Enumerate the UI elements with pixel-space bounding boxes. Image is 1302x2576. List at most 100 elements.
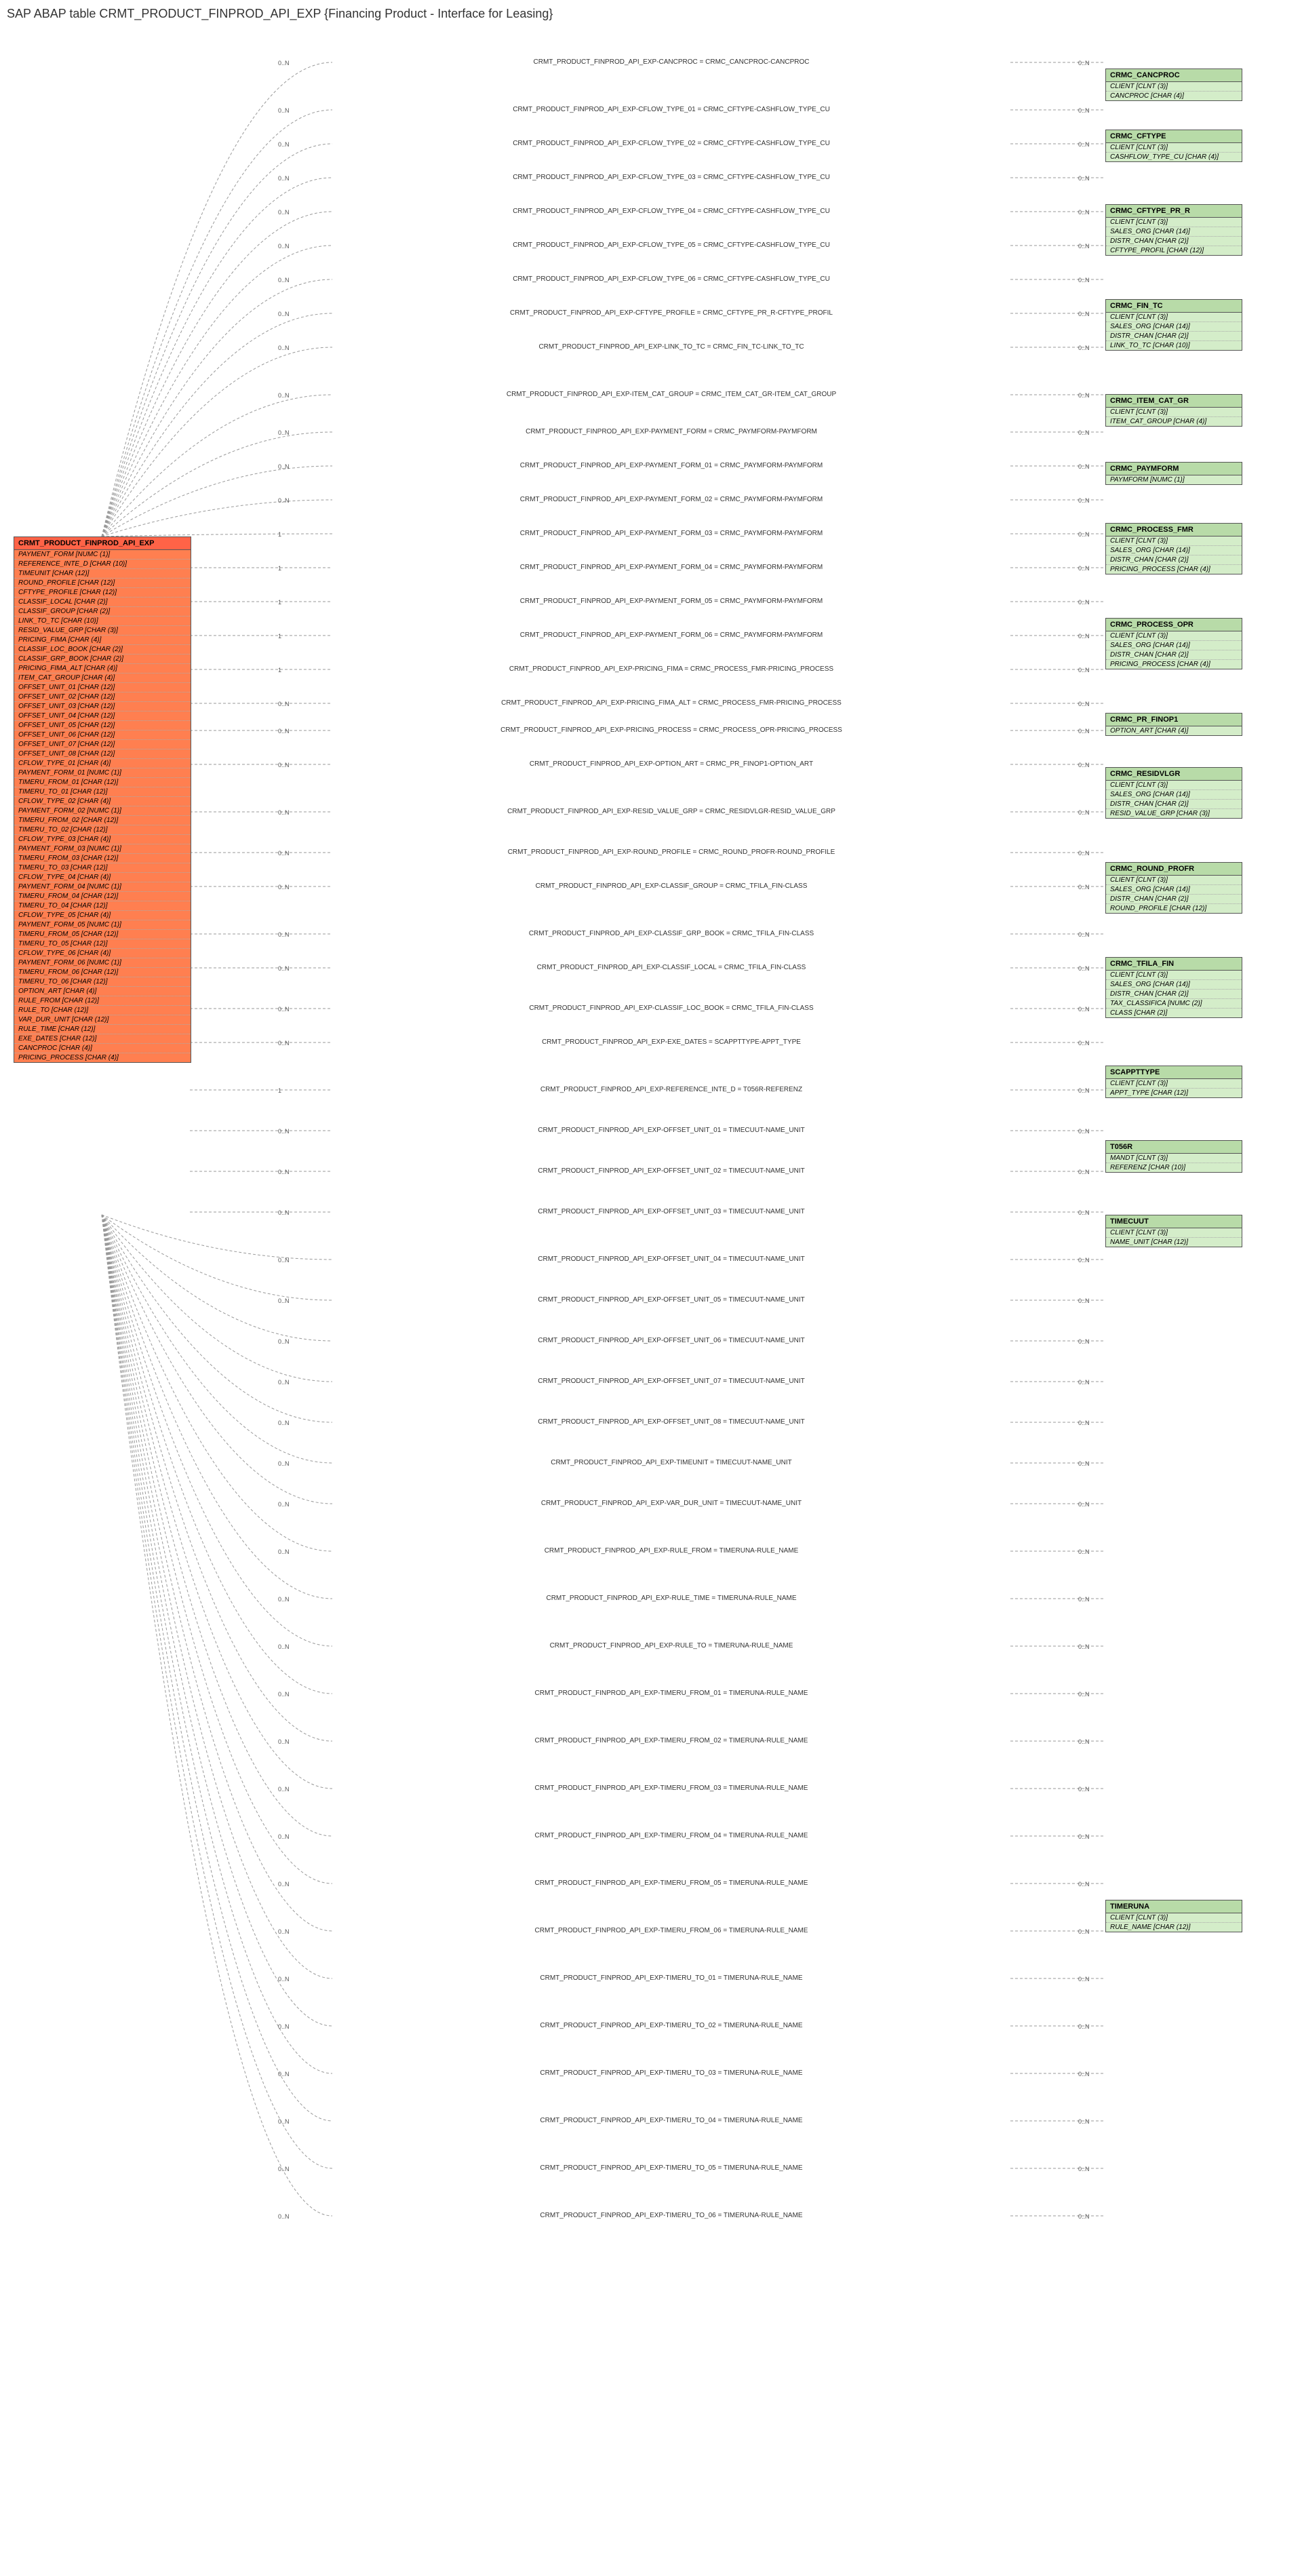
entity-field: CFLOW_TYPE_05 [CHAR (4)] <box>14 911 191 920</box>
cardinality-right: 0..N <box>1078 1881 1090 1888</box>
relation-label: CRMT_PRODUCT_FINPROD_API_EXP-TIMERU_TO_0… <box>332 2117 1010 2124</box>
entity-timecuut: TIMECUUTCLIENT [CLNT (3)]NAME_UNIT [CHAR… <box>1105 1215 1242 1247</box>
cardinality-right: 0..N <box>1078 1379 1090 1386</box>
relation-label: CRMT_PRODUCT_FINPROD_API_EXP-OFFSET_UNIT… <box>332 1255 1010 1263</box>
entity-field: DISTR_CHAN [CHAR (2)] <box>1106 332 1242 341</box>
relation-label: CRMT_PRODUCT_FINPROD_API_EXP-CFLOW_TYPE_… <box>332 174 1010 181</box>
cardinality-left: 0..N <box>278 1257 290 1264</box>
cardinality-left: 0..N <box>278 965 290 972</box>
entity-field: OFFSET_UNIT_02 [CHAR (12)] <box>14 692 191 702</box>
entity-field: DISTR_CHAN [CHAR (2)] <box>1106 555 1242 565</box>
entity-field: PRICING_FIMA [CHAR (4)] <box>14 636 191 645</box>
cardinality-right: 0..N <box>1078 429 1090 436</box>
entity-field: APPT_TYPE [CHAR (12)] <box>1106 1089 1242 1097</box>
cardinality-right: 0..N <box>1078 2023 1090 2030</box>
cardinality-left: 0..N <box>278 463 290 470</box>
relation-label: CRMT_PRODUCT_FINPROD_API_EXP-CLASSIF_GRO… <box>332 882 1010 890</box>
entity-field: PRICING_FIMA_ALT [CHAR (4)] <box>14 664 191 674</box>
relation-label: CRMT_PRODUCT_FINPROD_API_EXP-OFFSET_UNIT… <box>332 1337 1010 1344</box>
relation-label: CRMT_PRODUCT_FINPROD_API_EXP-TIMERU_FROM… <box>332 1690 1010 1697</box>
cardinality-right: 0..N <box>1078 463 1090 470</box>
cardinality-right: 0..N <box>1078 1006 1090 1013</box>
entity-field: CLASSIF_LOC_BOOK [CHAR (2)] <box>14 645 191 655</box>
cardinality-right: 0..N <box>1078 1040 1090 1047</box>
entity-field: TIMERU_FROM_05 [CHAR (12)] <box>14 930 191 939</box>
entity-header: CRMC_RESIDVLGR <box>1106 768 1242 781</box>
entity-field: OFFSET_UNIT_04 [CHAR (12)] <box>14 711 191 721</box>
entity-field: OPTION_ART [CHAR (4)] <box>14 987 191 996</box>
cardinality-right: 0..N <box>1078 60 1090 66</box>
entity-field: SALES_ORG [CHAR (14)] <box>1106 980 1242 990</box>
entity-field: TIMERU_TO_05 [CHAR (12)] <box>14 939 191 949</box>
entity-field: RULE_NAME [CHAR (12)] <box>1106 1923 1242 1932</box>
entity-field: CFTYPE_PROFIL [CHAR (12)] <box>1106 246 1242 255</box>
entity-field: CLIENT [CLNT (3)] <box>1106 218 1242 227</box>
relation-label: CRMT_PRODUCT_FINPROD_API_EXP-VAR_DUR_UNI… <box>332 1500 1010 1507</box>
entity-field: CANCPROC [CHAR (4)] <box>14 1044 191 1053</box>
cardinality-right: 0..N <box>1078 1928 1090 1935</box>
entity-field: TAX_CLASSIFICA [NUMC (2)] <box>1106 999 1242 1009</box>
entity-header: SCAPPTTYPE <box>1106 1066 1242 1079</box>
relation-label: CRMT_PRODUCT_FINPROD_API_EXP-CFLOW_TYPE_… <box>332 241 1010 249</box>
cardinality-right: 0..N <box>1078 209 1090 216</box>
entity-field: ROUND_PROFILE [CHAR (12)] <box>1106 904 1242 913</box>
entity-field: LINK_TO_TC [CHAR (10)] <box>14 617 191 626</box>
cardinality-right: 0..N <box>1078 1420 1090 1426</box>
cardinality-right: 0..N <box>1078 931 1090 938</box>
entity-header: CRMC_PROCESS_OPR <box>1106 619 1242 631</box>
entity-field: DISTR_CHAN [CHAR (2)] <box>1106 650 1242 660</box>
cardinality-right: 0..N <box>1078 667 1090 674</box>
entity-crmc_cftype: CRMC_CFTYPECLIENT [CLNT (3)]CASHFLOW_TYP… <box>1105 130 1242 162</box>
entity-field: CLIENT [CLNT (3)] <box>1106 1913 1242 1923</box>
entity-field: PRICING_PROCESS [CHAR (4)] <box>1106 660 1242 669</box>
cardinality-left: 0..N <box>278 345 290 351</box>
cardinality-left: 0..N <box>278 1881 290 1888</box>
cardinality-left: 1 <box>278 599 281 606</box>
entity-field: SALES_ORG [CHAR (14)] <box>1106 885 1242 895</box>
cardinality-right: 0..N <box>1078 1976 1090 1983</box>
cardinality-left: 0..N <box>278 60 290 66</box>
entity-field: PAYMENT_FORM_02 [NUMC (1)] <box>14 806 191 816</box>
entity-field: ITEM_CAT_GROUP [CHAR (4)] <box>14 674 191 683</box>
relation-label: CRMT_PRODUCT_FINPROD_API_EXP-REFERENCE_I… <box>332 1086 1010 1093</box>
cardinality-right: 0..N <box>1078 809 1090 816</box>
entity-field: CFLOW_TYPE_01 [CHAR (4)] <box>14 759 191 768</box>
entity-field: CLASSIF_GROUP [CHAR (2)] <box>14 607 191 617</box>
cardinality-left: 0..N <box>278 497 290 504</box>
relation-label: CRMT_PRODUCT_FINPROD_API_EXP-CFLOW_TYPE_… <box>332 140 1010 147</box>
entity-header: CRMC_ITEM_CAT_GR <box>1106 395 1242 408</box>
cardinality-left: 0..N <box>278 1501 290 1508</box>
entity-header: TIMECUUT <box>1106 1215 1242 1228</box>
cardinality-left: 0..N <box>278 209 290 216</box>
entity-field: RESID_VALUE_GRP [CHAR (3)] <box>1106 809 1242 818</box>
entity-crmc_item_cat_gr: CRMC_ITEM_CAT_GRCLIENT [CLNT (3)]ITEM_CA… <box>1105 394 1242 427</box>
entity-scappttype: SCAPPTTYPECLIENT [CLNT (3)]APPT_TYPE [CH… <box>1105 1066 1242 1098</box>
relation-label: CRMT_PRODUCT_FINPROD_API_EXP-OFFSET_UNIT… <box>332 1208 1010 1215</box>
entity-field: RULE_TIME [CHAR (12)] <box>14 1025 191 1034</box>
diagram-container: CRMT_PRODUCT_FINPROD_API_EXPPAYMENT_FORM… <box>7 28 1295 2537</box>
cardinality-left: 0..N <box>278 277 290 284</box>
cardinality-left: 0..N <box>278 1976 290 1983</box>
entity-field: TIMERU_TO_06 [CHAR (12)] <box>14 977 191 987</box>
cardinality-right: 0..N <box>1078 1738 1090 1745</box>
entity-field: TIMERU_FROM_02 [CHAR (12)] <box>14 816 191 825</box>
cardinality-left: 0..N <box>278 728 290 735</box>
entity-field: CLIENT [CLNT (3)] <box>1106 876 1242 885</box>
entity-header: CRMC_CANCPROC <box>1106 69 1242 82</box>
entity-field: PAYMENT_FORM_06 [NUMC (1)] <box>14 958 191 968</box>
cardinality-right: 0..N <box>1078 1209 1090 1216</box>
entity-field: CANCPROC [CHAR (4)] <box>1106 92 1242 100</box>
entity-field: CASHFLOW_TYPE_CU [CHAR (4)] <box>1106 153 1242 161</box>
entity-field: PAYMENT_FORM_01 [NUMC (1)] <box>14 768 191 778</box>
entity-field: CFLOW_TYPE_06 [CHAR (4)] <box>14 949 191 958</box>
relation-label: CRMT_PRODUCT_FINPROD_API_EXP-TIMERU_FROM… <box>332 1784 1010 1792</box>
entity-field: NAME_UNIT [CHAR (12)] <box>1106 1238 1242 1247</box>
cardinality-left: 0..N <box>278 1643 290 1650</box>
cardinality-right: 0..N <box>1078 884 1090 891</box>
entity-header: CRMC_PR_FINOP1 <box>1106 714 1242 726</box>
cardinality-left: 0..N <box>278 175 290 182</box>
entity-field: TIMERU_TO_02 [CHAR (12)] <box>14 825 191 835</box>
relation-label: CRMT_PRODUCT_FINPROD_API_EXP-ITEM_CAT_GR… <box>332 391 1010 398</box>
relation-label: CRMT_PRODUCT_FINPROD_API_EXP-PRICING_PRO… <box>332 726 1010 734</box>
cardinality-right: 0..N <box>1078 701 1090 707</box>
